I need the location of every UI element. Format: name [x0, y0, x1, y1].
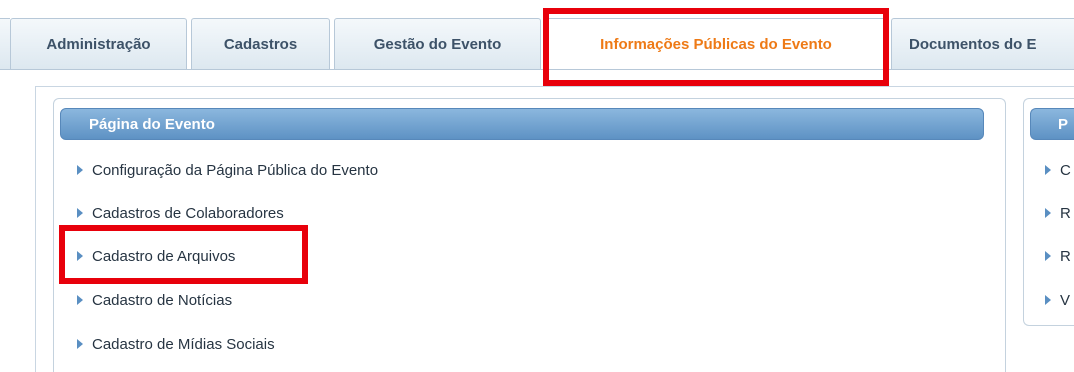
tab-bar-divider: [0, 69, 1074, 70]
menu-item-label: Configuração da Página Pública do Evento: [92, 161, 379, 179]
menu-item-label: C: [1060, 161, 1071, 179]
menu-item-cadastros-colaboradores[interactable]: Cadastros de Colaboradores: [77, 202, 284, 224]
panel-title: Página do Evento: [89, 115, 215, 133]
triangle-right-icon: [1045, 165, 1051, 175]
menu-item-right-3[interactable]: R: [1045, 245, 1071, 267]
tab-label: Gestão do Evento: [373, 35, 502, 53]
tab-cadastros[interactable]: Cadastros: [191, 18, 330, 69]
menu-item-label: V: [1060, 291, 1071, 309]
menu-item-label: Cadastro de Notícias: [92, 291, 233, 309]
tab-label: Cadastros: [223, 35, 298, 53]
triangle-right-icon: [77, 165, 83, 175]
menu-item-cadastro-arquivos[interactable]: Cadastro de Arquivos: [77, 245, 235, 267]
tab-gestao-do-evento[interactable]: Gestão do Evento: [334, 18, 541, 69]
tab-informacoes-publicas-do-evento[interactable]: Informações Públicas do Evento: [545, 18, 887, 70]
triangle-right-icon: [77, 208, 83, 218]
menu-item-label: Cadastros de Colaboradores: [92, 204, 284, 222]
menu-item-label: Cadastro de Mídias Sociais: [92, 335, 275, 353]
panel-title: P: [1058, 115, 1069, 133]
panel-header: Página do Evento: [60, 108, 984, 140]
triangle-right-icon: [1045, 295, 1051, 305]
menu-item-label: R: [1060, 204, 1071, 222]
menu-item-configuracao-pagina-publica[interactable]: Configuração da Página Pública do Evento: [77, 159, 378, 181]
panel-pagina-do-evento: Página do Evento: [53, 98, 1006, 372]
tab-administracao[interactable]: Administração: [10, 18, 187, 69]
menu-item-label: R: [1060, 247, 1071, 265]
tab-bar-edge: [0, 18, 10, 69]
menu-item-right-2[interactable]: R: [1045, 202, 1071, 224]
menu-item-cadastro-midias-sociais[interactable]: Cadastro de Mídias Sociais: [77, 333, 275, 355]
triangle-right-icon: [77, 295, 83, 305]
triangle-right-icon: [1045, 251, 1051, 261]
triangle-right-icon: [77, 339, 83, 349]
tab-documentos-do-evento[interactable]: Documentos do E: [891, 18, 1074, 69]
tab-label: Documentos do E: [909, 35, 1037, 53]
tab-label: Administração: [46, 35, 151, 53]
triangle-right-icon: [77, 251, 83, 261]
menu-item-cadastro-noticias[interactable]: Cadastro de Notícias: [77, 289, 232, 311]
menu-item-label: Cadastro de Arquivos: [92, 247, 236, 265]
panel-header: P: [1030, 108, 1074, 140]
triangle-right-icon: [1045, 208, 1051, 218]
menu-item-right-4[interactable]: V: [1045, 289, 1070, 311]
tab-label: Informações Públicas do Evento: [600, 36, 832, 53]
menu-item-right-1[interactable]: C: [1045, 159, 1071, 181]
tab-bar: Administração Cadastros Gestão do Evento…: [0, 0, 1074, 70]
